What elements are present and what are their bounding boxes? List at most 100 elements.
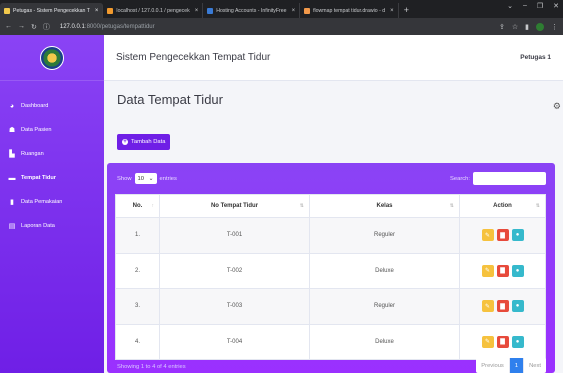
edit-icon: ✎: [484, 232, 491, 239]
add-data-button[interactable]: + Tambah Data: [117, 134, 171, 150]
sidepanel-icon[interactable]: ▮: [525, 23, 529, 31]
tab-search-icon[interactable]: ⌄: [507, 2, 513, 10]
plus-icon: +: [122, 139, 128, 145]
chevron-down-icon: ⌄: [148, 175, 154, 182]
sidebar-item-dashboard[interactable]: ◕ Dashboard: [0, 94, 104, 118]
cell-actions: ✎ ▇ ●: [459, 217, 546, 254]
entries-select[interactable]: 10 ⌄: [134, 173, 157, 184]
eye-icon: ●: [515, 303, 520, 310]
page-title: Data Tempat Tidur: [117, 92, 223, 107]
cell-kelas: Reguler: [309, 217, 460, 254]
next-page-button[interactable]: Next: [524, 358, 546, 373]
tab-close-icon[interactable]: ×: [95, 8, 99, 14]
bookmark-star-icon[interactable]: ☆: [512, 23, 518, 31]
table-header-row: No. ↑ No Tempat Tidur ⇅ Kelas ⇅ Action ⇅: [115, 194, 546, 218]
hospital-logo-icon: [40, 45, 64, 70]
data-table-card: Show 10 ⌄ entries Search: No. ↑ No Tempat…: [107, 163, 555, 373]
trash-icon: ▇: [500, 232, 505, 239]
previous-page-button[interactable]: Previous: [476, 358, 510, 373]
edit-icon: ✎: [484, 339, 491, 346]
browser-tab-flowmap[interactable]: flowmap tempat tidur.drawio - d ×: [300, 3, 399, 18]
edit-icon: ✎: [484, 303, 491, 310]
delete-button[interactable]: ▇: [496, 335, 509, 348]
table-row: 4. T-004 Deluxe ✎ ▇ ●: [115, 323, 546, 360]
browser-tab-hosting[interactable]: Hosting Accounts - InfinityFree ×: [203, 3, 301, 18]
edit-button[interactable]: ✎: [481, 300, 494, 313]
profile-avatar[interactable]: [536, 22, 544, 31]
cell-actions: ✎ ▇ ●: [459, 252, 546, 289]
share-icon[interactable]: ⇪: [499, 23, 505, 31]
eye-icon: ●: [515, 267, 520, 274]
tab-favicon-icon: [4, 7, 10, 14]
view-button[interactable]: ●: [511, 264, 524, 277]
report-icon: ▤: [8, 223, 16, 230]
settings-gear-icon[interactable]: ⚙: [553, 101, 561, 112]
tab-close-icon[interactable]: ×: [390, 8, 394, 14]
menu-kebab-icon[interactable]: ⋮: [551, 23, 558, 31]
cell-actions: ✎ ▇ ●: [459, 323, 546, 360]
tab-favicon-icon: [207, 7, 214, 14]
sidebar-item-data-pasien[interactable]: ☗ Data Pasien: [0, 118, 104, 142]
sort-icon: ↑: [151, 203, 155, 209]
sidebar-item-data-pemakaian[interactable]: ▮ Data Pemakaian: [0, 190, 104, 214]
sidebar-item-laporan-data[interactable]: ▤ Laporan Data: [0, 214, 104, 238]
column-header-no[interactable]: No. ↑: [115, 194, 160, 218]
tab-title: Hosting Accounts - InfinityFree: [216, 7, 287, 14]
user-menu[interactable]: Petugas 1: [520, 54, 551, 61]
sort-icon: ⇅: [299, 203, 304, 209]
cell-bed-number: T-001: [159, 217, 310, 254]
view-button[interactable]: ●: [511, 335, 524, 348]
app-title: Sistem Pengecekkan Tempat Tidur: [116, 52, 271, 63]
cell-kelas: Reguler: [309, 288, 460, 325]
sidebar: ◕ Dashboard ☗ Data Pasien ▙ Ruangan ▬ Te…: [0, 35, 104, 373]
bed-icon: ▬: [8, 174, 16, 182]
sidebar-item-label: Data Pemakaian: [21, 199, 63, 205]
delete-button[interactable]: ▇: [496, 229, 509, 242]
forward-icon[interactable]: →: [18, 23, 25, 30]
pagination: Previous 1 Next: [476, 358, 546, 373]
column-header-kelas[interactable]: Kelas ⇅: [309, 194, 460, 218]
sidebar-item-ruangan[interactable]: ▙ Ruangan: [0, 142, 104, 166]
column-header-action[interactable]: Action ⇅: [459, 194, 546, 218]
top-navbar: Sistem Pengecekkan Tempat Tidur Petugas …: [104, 35, 563, 81]
delete-button[interactable]: ▇: [496, 264, 509, 277]
info-icon[interactable]: ⓘ: [43, 22, 50, 32]
minimize-icon[interactable]: –: [523, 2, 527, 10]
tab-close-icon[interactable]: ×: [292, 8, 296, 14]
trash-icon: ▇: [500, 268, 505, 275]
view-button[interactable]: ●: [511, 300, 524, 313]
delete-button[interactable]: ▇: [496, 300, 509, 313]
sidebar-item-label: Dashboard: [21, 103, 49, 109]
sort-icon: ⇅: [449, 203, 454, 209]
page-button-1[interactable]: 1: [509, 358, 525, 373]
url-field[interactable]: 127.0.0.1:8000/petugas/tempattidur: [60, 24, 155, 30]
show-label: Show: [117, 175, 132, 182]
column-header-bed-number[interactable]: No Tempat Tidur ⇅: [159, 194, 310, 218]
browser-actions: ⇪ ☆ ▮ ⋮: [499, 22, 558, 31]
edit-button[interactable]: ✎: [481, 335, 494, 348]
cell-no: 4.: [115, 323, 160, 360]
close-window-icon[interactable]: ✕: [553, 2, 559, 10]
tab-favicon-icon: [107, 7, 114, 14]
edit-button[interactable]: ✎: [481, 264, 494, 277]
cell-bed-number: T-002: [159, 252, 310, 289]
edit-button[interactable]: ✎: [481, 229, 494, 242]
new-tab-icon[interactable]: +: [399, 3, 414, 18]
table-row: 2. T-002 Deluxe ✎ ▇ ●: [115, 252, 546, 289]
sidebar-brand[interactable]: [0, 35, 104, 81]
restore-icon[interactable]: ❐: [537, 2, 543, 10]
back-icon[interactable]: ←: [5, 23, 12, 30]
browser-tab-localhost[interactable]: localhost / 127.0.0.1 / pengecek ×: [103, 3, 204, 18]
cell-no: 2.: [115, 252, 160, 289]
search-input[interactable]: [473, 172, 546, 185]
reload-icon[interactable]: ↻: [31, 23, 37, 31]
view-button[interactable]: ●: [511, 229, 524, 242]
sidebar-item-label: Tempat Tidur: [21, 175, 56, 181]
tab-title: Petugas - Sistem Pengecekkan T: [13, 7, 90, 14]
sidebar-item-tempat-tidur[interactable]: ▬ Tempat Tidur: [0, 166, 104, 190]
tab-close-icon[interactable]: ×: [195, 8, 199, 14]
browser-tab-petugas[interactable]: Petugas - Sistem Pengecekkan T ×: [0, 3, 104, 18]
table-search: Search:: [450, 172, 546, 185]
eye-icon: ●: [515, 338, 520, 345]
sidebar-item-label: Ruangan: [21, 151, 44, 157]
